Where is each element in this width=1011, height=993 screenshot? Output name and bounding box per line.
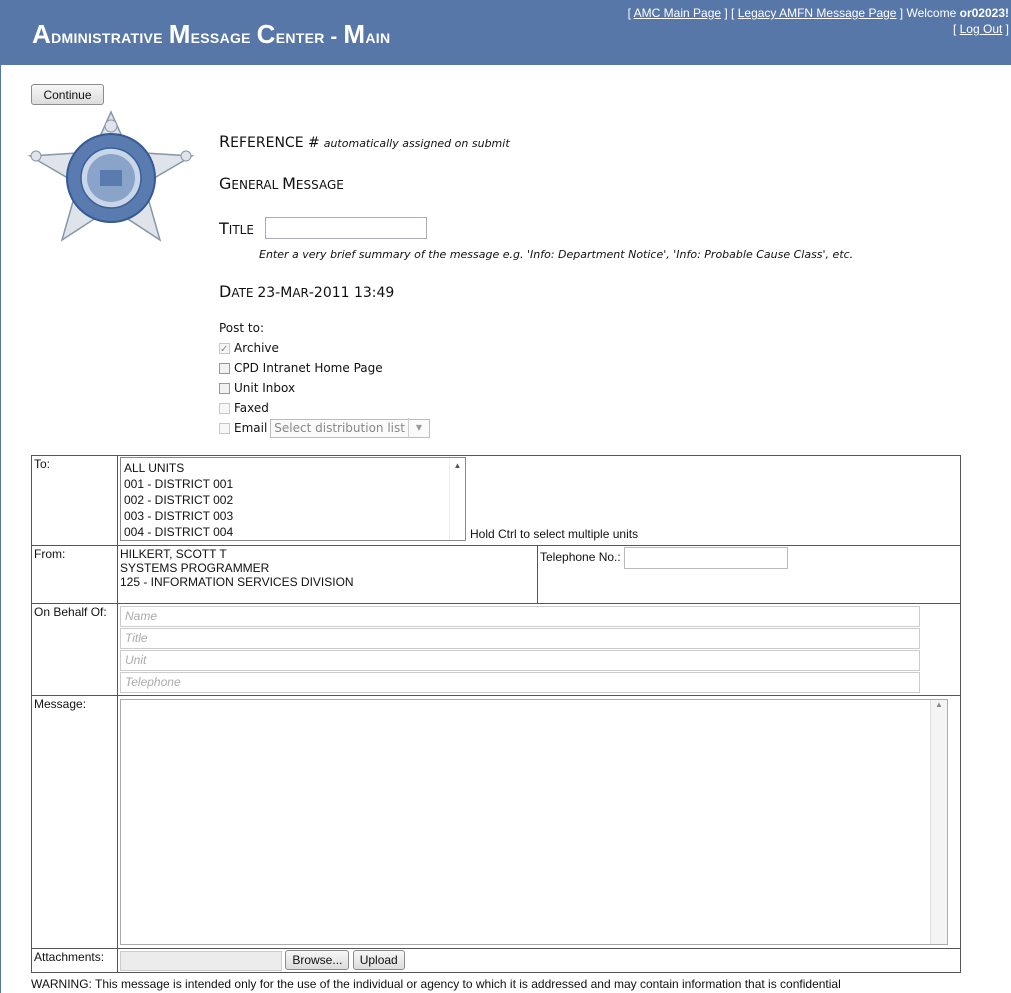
left-border	[0, 65, 1, 993]
intranet-label: CPD Intranet Home Page	[234, 361, 383, 375]
from-label: From:	[31, 545, 118, 604]
date-part: ATE	[231, 286, 254, 300]
header-links: [ AMC Main Page ] [ Legacy AMFN Message …	[627, 6, 1009, 36]
archive-checkbox[interactable]	[219, 340, 230, 360]
unit-option[interactable]: 004 - DISTRICT 004	[124, 524, 462, 540]
message-scrollbar[interactable]: ▲	[930, 700, 947, 944]
reference-label: REFERENCE # automatically assigned on sub…	[219, 132, 510, 151]
faxed-label: Faxed	[234, 401, 269, 415]
behalf-label: On Behalf Of:	[31, 603, 118, 696]
units-scrollbar[interactable]: ▲▼	[449, 458, 465, 540]
attachments-label: Attachments:	[31, 948, 118, 973]
telephone-label: Telephone No.:	[540, 550, 621, 565]
distribution-placeholder: Select distribution list	[274, 421, 405, 435]
police-star-seal	[27, 110, 195, 242]
title-part: M	[343, 19, 366, 49]
email-label: Email	[234, 421, 268, 435]
from-unit: 125 - INFORMATION SERVICES DIVISION	[120, 575, 354, 589]
archive-label: Archive	[234, 341, 279, 355]
continue-button[interactable]: Continue	[31, 84, 104, 105]
unit-option[interactable]: ALL UNITS	[124, 460, 462, 476]
unit-inbox-checkbox[interactable]	[219, 382, 230, 394]
message-textarea[interactable]: ▲	[120, 699, 948, 945]
gm-part: M	[282, 174, 296, 193]
date-part: AR	[292, 286, 309, 300]
unit-option[interactable]: 001 - DISTRICT 001	[124, 476, 462, 492]
title-big: T	[219, 219, 229, 238]
from-title: SYSTEMS PROGRAMMER	[120, 561, 270, 575]
ref-big: R	[219, 132, 231, 151]
unit-inbox-label: Unit Inbox	[234, 381, 296, 395]
app-title: Administrative Message Center - Main	[32, 19, 390, 50]
title-label: TITLE	[219, 219, 254, 238]
title-rest: ITLE	[228, 223, 254, 237]
title-hint: Enter a very brief summary of the messag…	[259, 248, 854, 261]
ref-rest: EFERENCE #	[230, 135, 320, 151]
amc-main-link[interactable]: AMC Main Page	[634, 6, 721, 20]
behalf-title-input[interactable]: Title	[120, 628, 920, 649]
title-part: dministrative	[51, 26, 169, 48]
gm-part: G	[219, 174, 232, 193]
post-to-label: Post to:	[219, 321, 265, 335]
behalf-unit-input[interactable]: Unit	[120, 650, 920, 671]
title-part: M	[168, 19, 191, 49]
chevron-down-icon: ▼	[407, 418, 429, 438]
date-part: -2011 13:49	[308, 285, 395, 301]
legacy-amfn-link[interactable]: Legacy AMFN Message Page	[738, 6, 897, 20]
unit-option[interactable]: 002 - DISTRICT 002	[124, 492, 462, 508]
behalf-telephone-input[interactable]: Telephone	[120, 672, 920, 693]
units-hint: Hold Ctrl to select multiple units	[470, 527, 639, 541]
from-name: HILKERT, SCOTT T	[120, 547, 227, 561]
email-checkbox[interactable]	[219, 422, 230, 434]
username: or02023!	[959, 6, 1009, 20]
title-input[interactable]	[265, 217, 427, 239]
behalf-name-input[interactable]: Name	[120, 606, 920, 627]
warning-text: WARNING: This message is intended only f…	[31, 977, 841, 991]
title-part: enter -	[275, 26, 344, 48]
date-part: D	[219, 282, 232, 301]
welcome-text: Welcome	[906, 6, 957, 20]
title-part: essage	[190, 26, 257, 48]
upload-button[interactable]: Upload	[352, 950, 405, 970]
title-part: ain	[365, 26, 391, 48]
logout-link[interactable]: Log Out	[960, 22, 1003, 36]
app-header: Administrative Message Center - Main [ A…	[0, 0, 1011, 65]
units-select[interactable]: ALL UNITS 001 - DISTRICT 001 002 - DISTR…	[120, 457, 466, 541]
gm-part: ESSAGE	[295, 178, 344, 192]
telephone-input[interactable]	[624, 547, 789, 569]
distribution-list-select[interactable]: Select distribution list ▼	[270, 418, 430, 438]
date-part: 23-M	[257, 285, 293, 301]
date-display: DATE 23-MAR-2011 13:49	[219, 282, 394, 301]
file-path-input[interactable]	[120, 950, 282, 971]
gm-part: ENERAL	[231, 178, 283, 192]
ref-note: automatically assigned on submit	[323, 137, 510, 150]
intranet-checkbox[interactable]	[219, 362, 230, 374]
title-part: C	[256, 19, 276, 49]
unit-option[interactable]: 003 - DISTRICT 003	[124, 508, 462, 524]
post-to-section: Post to: Archive CPD Intranet Home Page …	[219, 318, 430, 438]
message-label: Message:	[31, 695, 118, 949]
to-label: To:	[31, 455, 118, 546]
faxed-checkbox[interactable]	[219, 402, 230, 414]
title-part: A	[32, 19, 52, 49]
general-message-heading: GENERAL MESSAGE	[219, 174, 344, 193]
browse-button[interactable]: Browse...	[285, 950, 350, 970]
message-form: To: ALL UNITS 001 - DISTRICT 001 002 - D…	[31, 455, 961, 973]
